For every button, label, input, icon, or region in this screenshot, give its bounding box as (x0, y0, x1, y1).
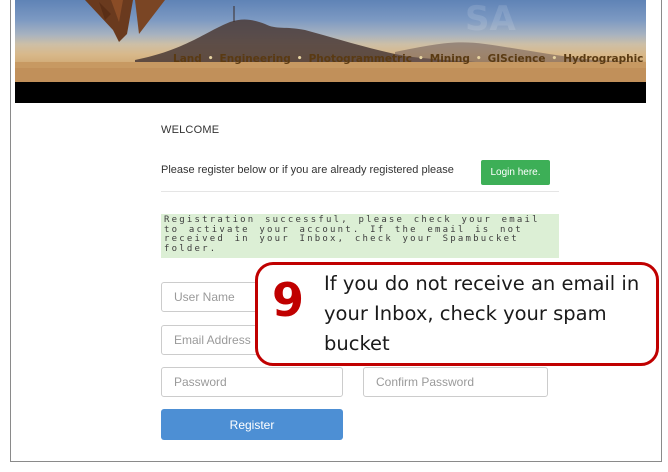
header-banner: SA Land • Engineering • Photogrammetric … (15, 0, 646, 82)
header-black-bar (15, 82, 646, 103)
nav-engineering[interactable]: Engineering (220, 53, 291, 65)
login-button[interactable]: Login here. (481, 160, 550, 185)
nav-giscience[interactable]: GIScience (488, 53, 546, 65)
register-prompt: Please register below or if you are alre… (161, 164, 454, 176)
callout-step-number: 9 (271, 273, 304, 327)
divider (161, 191, 559, 192)
nav-separator: • (207, 54, 214, 64)
welcome-heading: WELCOME (161, 124, 220, 136)
callout-text: If you do not receive an email in your I… (324, 272, 640, 355)
nav-separator: • (475, 54, 482, 64)
register-button[interactable]: Register (161, 409, 343, 440)
nav-separator: • (296, 54, 303, 64)
nav-separator: • (417, 54, 424, 64)
browser-frame: SA Land • Engineering • Photogrammetric … (10, 0, 662, 462)
landscape-image: SA (15, 0, 646, 82)
success-message: Registration successful, please check yo… (161, 214, 559, 258)
password-input[interactable] (161, 367, 343, 397)
nav-photogrammetric[interactable]: Photogrammetric (309, 53, 412, 65)
nav-land[interactable]: Land (173, 53, 202, 65)
main-nav: Land • Engineering • Photogrammetric • M… (173, 50, 643, 68)
nav-hydrographic[interactable]: Hydrographic (563, 53, 643, 65)
confirm-password-input[interactable] (363, 367, 548, 397)
nav-mining[interactable]: Mining (430, 53, 470, 65)
svg-text:SA: SA (465, 0, 516, 39)
nav-separator: • (551, 54, 558, 64)
